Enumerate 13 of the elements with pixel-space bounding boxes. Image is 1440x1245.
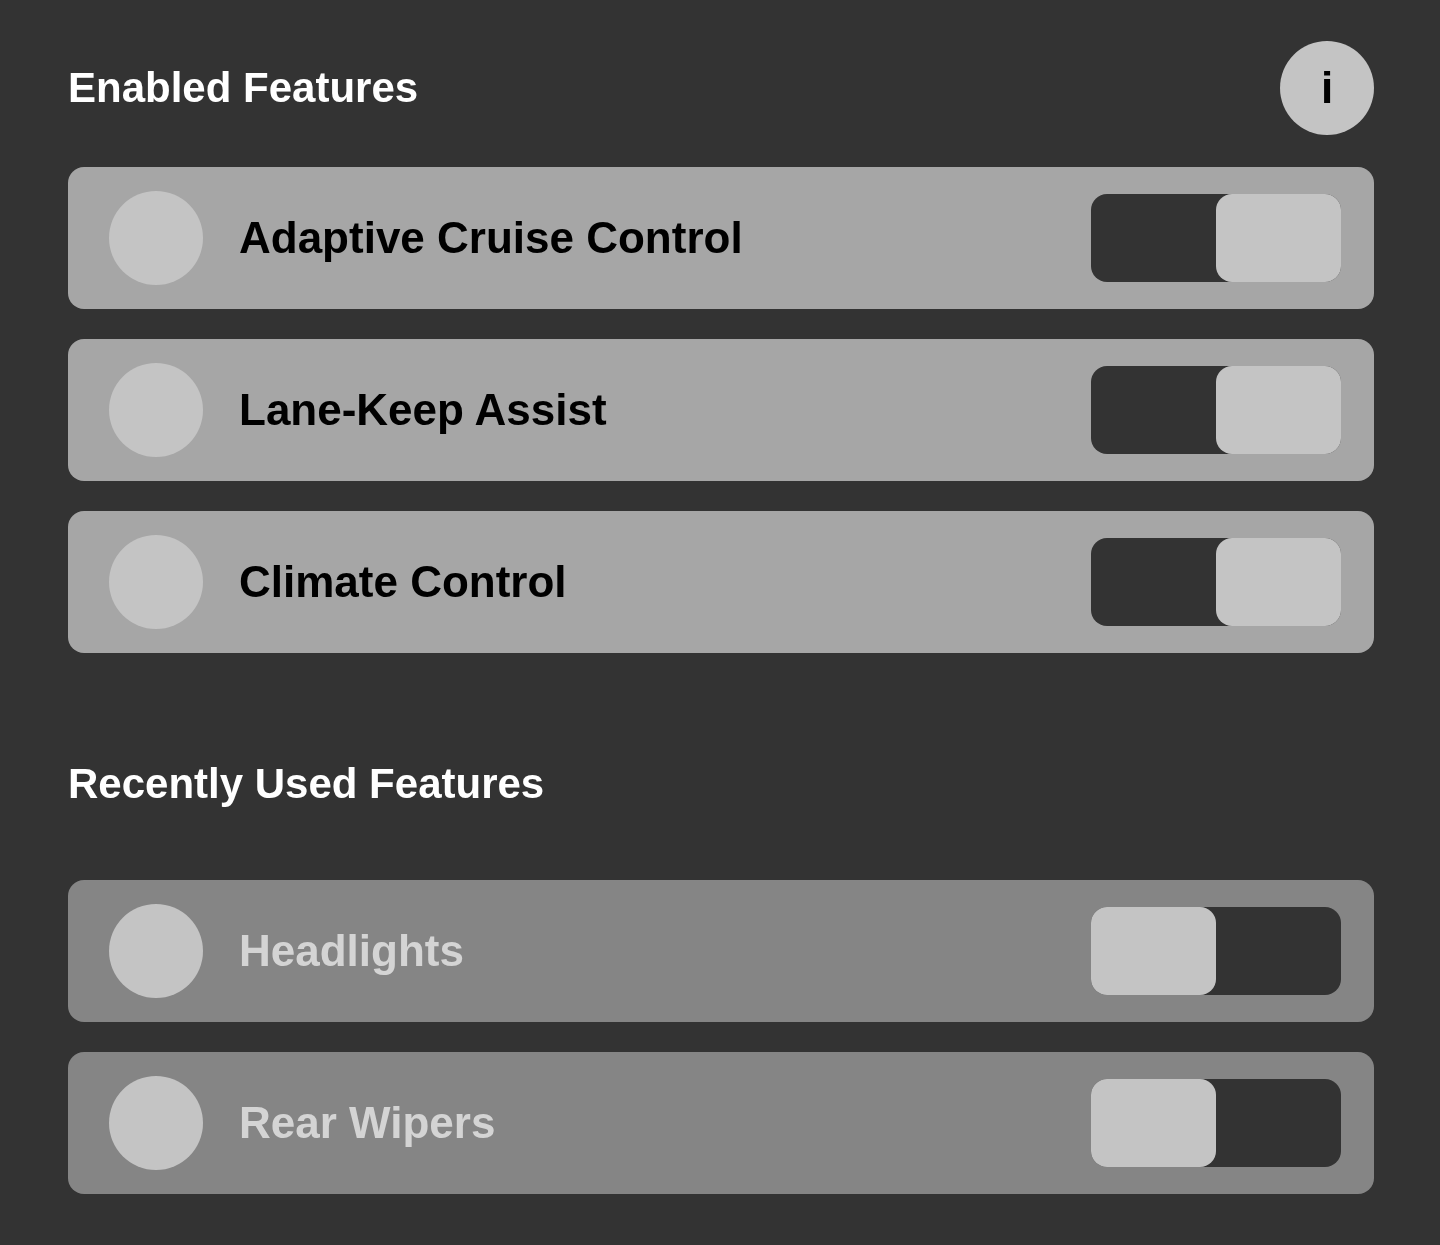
toggle-switch[interactable] xyxy=(1091,1079,1341,1167)
feature-label: Climate Control xyxy=(239,557,568,607)
feature-label: Adaptive Cruise Control xyxy=(239,213,744,263)
feature-label: Headlights xyxy=(239,926,465,976)
toggle-switch[interactable] xyxy=(1091,194,1341,282)
toggle-switch[interactable] xyxy=(1091,366,1341,454)
toggle-switch[interactable] xyxy=(1091,538,1341,626)
feature-label: Rear Wipers xyxy=(239,1098,497,1148)
feature-label: Lane-Keep Assist xyxy=(239,385,608,435)
toggle-switch[interactable] xyxy=(1091,907,1341,995)
section-title: Enabled Features xyxy=(68,64,419,112)
info-button[interactable]: i xyxy=(1280,41,1374,135)
section-title: Recently Used Features xyxy=(68,760,545,808)
